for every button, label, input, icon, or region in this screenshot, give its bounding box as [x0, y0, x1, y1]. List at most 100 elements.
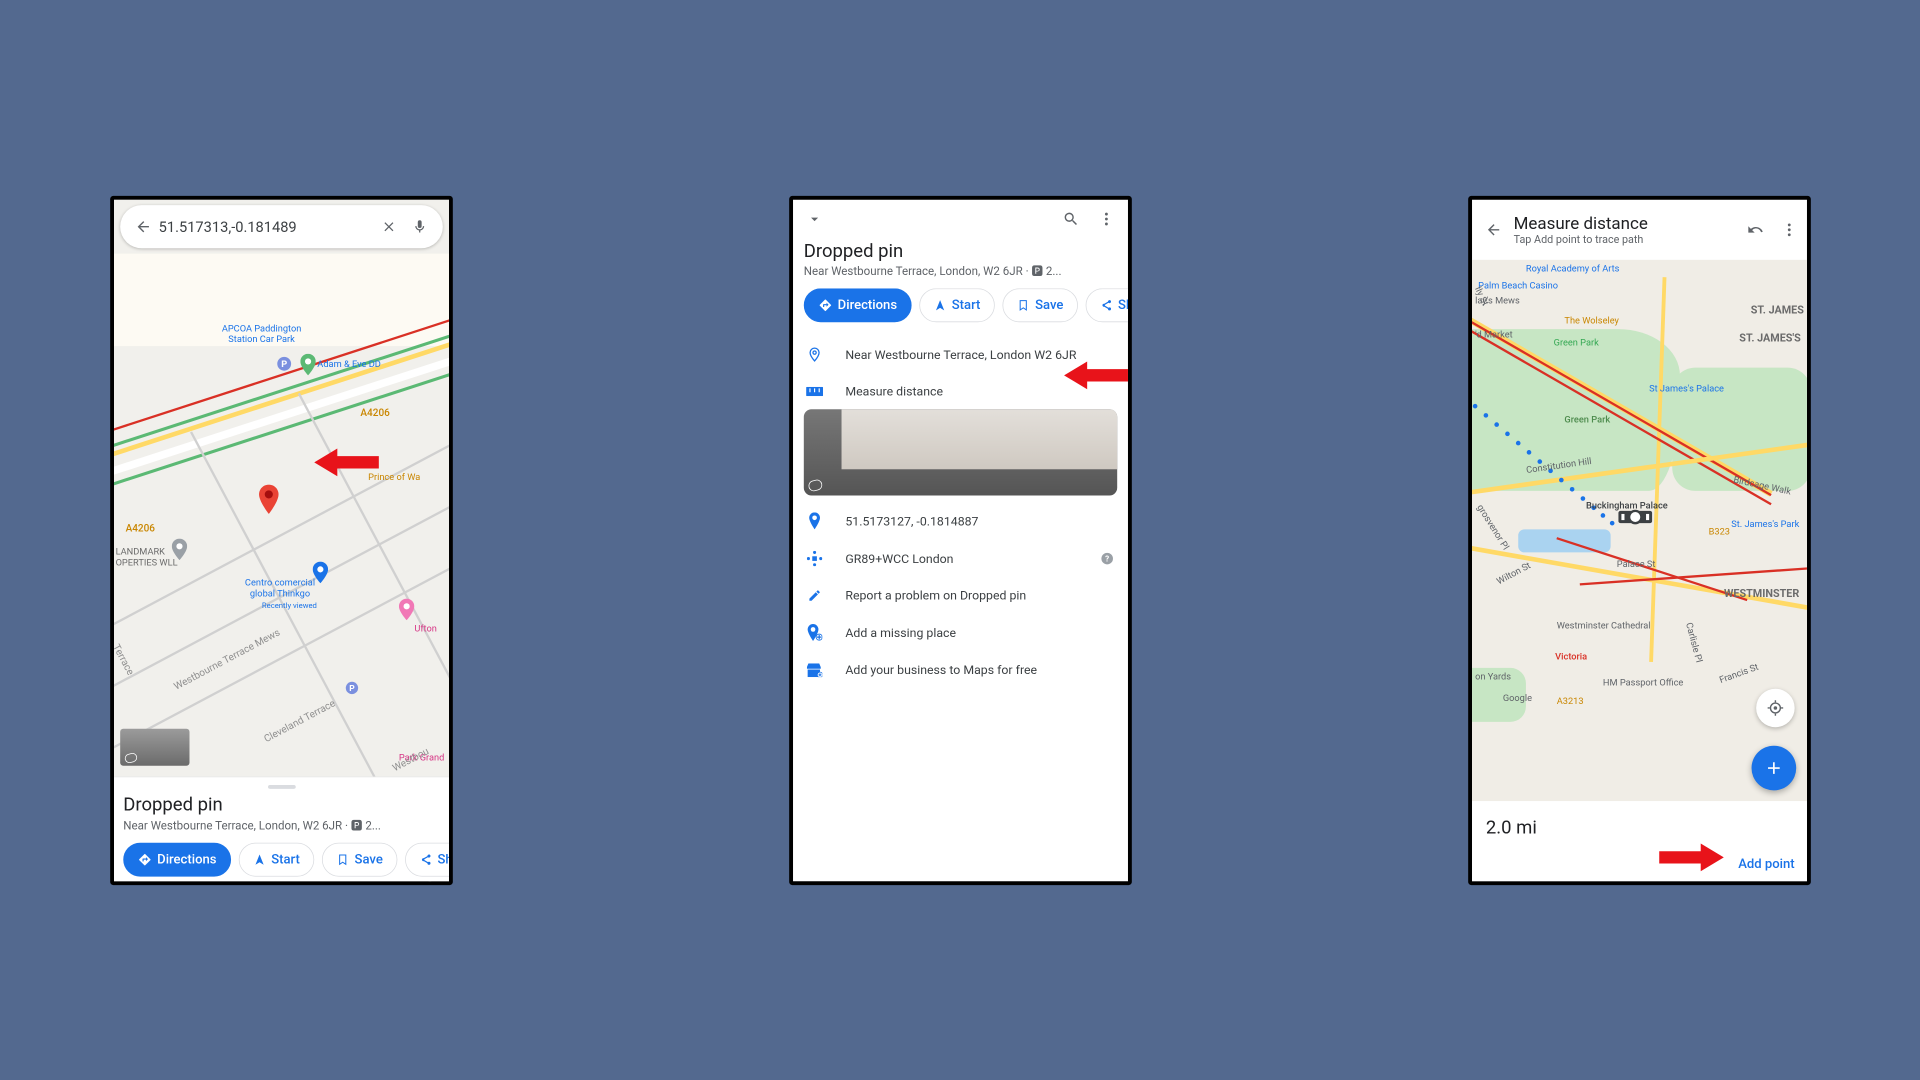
- poi-palm-beach[interactable]: Palm Beach Casino: [1478, 279, 1558, 290]
- search-icon[interactable]: [1058, 206, 1083, 231]
- share-button[interactable]: Sha: [405, 842, 453, 876]
- share-icon: [419, 853, 431, 865]
- directions-icon: [818, 298, 832, 312]
- pluscode-icon: [803, 550, 825, 565]
- area-st-james-2: ST. JAMES: [1750, 304, 1803, 316]
- clear-icon[interactable]: [373, 211, 404, 242]
- coordinates-row[interactable]: 51.5173127, -0.1814887: [793, 501, 1128, 539]
- road-a3213: A3213: [1556, 695, 1583, 706]
- search-input[interactable]: [158, 217, 373, 235]
- gray-pin-icon[interactable]: [171, 538, 186, 560]
- road-francis: Francis St: [1717, 661, 1759, 685]
- lodging-pin-icon[interactable]: [398, 598, 413, 620]
- add-point-fab[interactable]: [1751, 745, 1796, 790]
- directions-button[interactable]: Directions: [803, 288, 911, 322]
- place-subtitle: Near Westbourne Terrace, London, W2 6JR …: [123, 817, 439, 833]
- poi-centro[interactable]: Centro comercial global Thinkgo: [244, 577, 314, 599]
- mic-icon[interactable]: [404, 211, 435, 242]
- measure-subtitle: Tap Add point to trace path: [1513, 233, 1739, 245]
- phone-screenshot-1: APCOA Paddington Station Car Park Adam &…: [110, 195, 453, 884]
- search-bar[interactable]: [120, 205, 443, 248]
- back-icon[interactable]: [127, 211, 158, 242]
- annotation-arrow: [1659, 841, 1724, 873]
- sheet-header: [793, 199, 1128, 238]
- annotation-arrow: [314, 446, 379, 478]
- save-button[interactable]: Save: [1002, 288, 1077, 322]
- start-button[interactable]: Start: [238, 842, 314, 876]
- road-a4206: A4206: [360, 407, 389, 419]
- pluscode-row[interactable]: GR89+WCC London ?: [793, 540, 1128, 577]
- pin-icon: [803, 512, 825, 529]
- road-hyde: 'd Market: [1475, 329, 1513, 340]
- measure-header: Measure distance Tap Add point to trace …: [1472, 199, 1807, 259]
- google-watermark: Google: [1502, 692, 1531, 703]
- svg-text:?: ?: [1105, 554, 1109, 563]
- navigate-icon: [934, 299, 946, 311]
- poi-recently-viewed: Recently viewed: [261, 601, 316, 610]
- phone-screenshot-2: Dropped pin Near Westbourne Terrace, Lon…: [789, 195, 1132, 884]
- place-title: Dropped pin: [803, 239, 1116, 261]
- poi-landmark[interactable]: LANDMARK OPERTIES WLL: [115, 546, 177, 568]
- dropped-pin-marker[interactable]: [258, 484, 278, 513]
- road-a4206-2: A4206: [125, 523, 154, 535]
- poi-westminster-cath[interactable]: Westminster Cathedral: [1556, 620, 1650, 631]
- road-wilton: Wilton St: [1494, 559, 1532, 586]
- help-icon[interactable]: ?: [1100, 551, 1114, 565]
- drag-handle[interactable]: [267, 784, 295, 788]
- more-icon[interactable]: [1777, 221, 1800, 238]
- road-westbourne-mews: Westbourne Terrace Mews: [172, 626, 282, 692]
- distance-value: 2.0 mi: [1485, 816, 1792, 838]
- poi-royal-academy[interactable]: Royal Academy of Arts: [1525, 262, 1618, 273]
- share-icon: [1100, 299, 1112, 311]
- phone-screenshot-3: Measure distance Tap Add point to trace …: [1468, 195, 1811, 884]
- road-palace: Palace St: [1616, 558, 1655, 569]
- poi-ufton[interactable]: Ufton: [414, 623, 437, 634]
- poi-victoria[interactable]: Victoria: [1555, 650, 1587, 661]
- annotation-arrow: [1064, 359, 1129, 391]
- directions-button[interactable]: Directions: [123, 842, 231, 876]
- pencil-icon: [803, 588, 825, 602]
- add-point-link[interactable]: Add point: [1738, 856, 1794, 871]
- add-place-icon: [803, 624, 825, 641]
- bookmark-icon: [1017, 299, 1029, 311]
- road-carlisle: Carlisle Pl: [1683, 621, 1704, 663]
- poi-st-james-park[interactable]: St. James's Park: [1731, 518, 1799, 529]
- distance-bar: 2.0 mi Add point: [1472, 801, 1807, 881]
- poi-hm-passport[interactable]: HM Passport Office: [1602, 677, 1682, 688]
- poi-st-james-palace[interactable]: St James's Palace: [1649, 383, 1724, 394]
- parking-icon[interactable]: P: [275, 355, 292, 372]
- report-problem-row[interactable]: Report a problem on Dropped pin: [793, 577, 1128, 613]
- save-button[interactable]: Save: [322, 842, 397, 876]
- area-green-park: Green Park: [1564, 413, 1610, 424]
- place-subtitle: Near Westbourne Terrace, London, W2 6JR …: [803, 262, 1116, 278]
- map-canvas[interactable]: Royal Academy of Arts Palm Beach Casino …: [1472, 259, 1807, 800]
- bookmark-icon: [336, 853, 348, 865]
- area-st-james: ST. JAMES'S: [1739, 332, 1801, 344]
- poi-apcoa[interactable]: APCOA Paddington Station Car Park: [221, 322, 301, 344]
- navigate-icon: [253, 853, 265, 865]
- measure-title: Measure distance: [1513, 214, 1739, 233]
- share-button[interactable]: Sha: [1085, 288, 1127, 322]
- poi-buckingham[interactable]: Buckingham Palace: [1585, 500, 1667, 511]
- road-b323: B323: [1708, 526, 1729, 537]
- locate-button[interactable]: [1756, 688, 1795, 727]
- store-pin-icon[interactable]: [312, 561, 327, 583]
- back-icon[interactable]: [1478, 221, 1509, 238]
- poi-green-park-station[interactable]: Green Park: [1553, 336, 1598, 347]
- location-icon: [803, 346, 825, 361]
- add-place-row[interactable]: Add a missing place: [793, 613, 1128, 652]
- poi-adam-eve[interactable]: Adam & Eve DD: [317, 358, 381, 369]
- add-business-row[interactable]: Add your business to Maps for free: [793, 651, 1128, 687]
- poi-wolseley[interactable]: The Wolseley: [1564, 315, 1619, 326]
- more-icon[interactable]: [1094, 206, 1119, 231]
- start-button[interactable]: Start: [919, 288, 995, 322]
- parking-icon-2[interactable]: P: [345, 681, 359, 695]
- streetview-thumbnail[interactable]: [120, 728, 189, 765]
- place-pin-icon[interactable]: [300, 353, 315, 375]
- collapse-icon[interactable]: [802, 206, 827, 231]
- place-title: Dropped pin: [123, 793, 439, 815]
- store-icon: [803, 662, 825, 676]
- undo-icon[interactable]: [1743, 221, 1766, 238]
- streetview-banner[interactable]: [803, 409, 1116, 495]
- place-card[interactable]: Dropped pin Near Westbourne Terrace, Lon…: [114, 776, 449, 881]
